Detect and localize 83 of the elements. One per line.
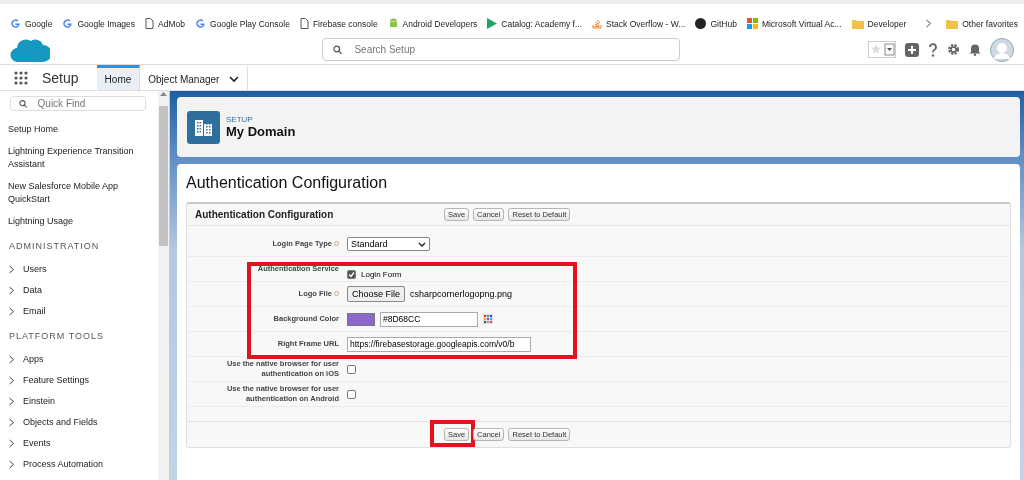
chevron-icon [8,285,15,295]
play-store-icon [487,18,498,29]
bookmark-link[interactable]: GitHub [695,18,737,29]
bookmark-link[interactable]: Google Play Console [195,18,290,29]
sidebar-heading: ADMINISTRATION [9,241,101,251]
sidebar-item[interactable]: Apps [8,354,158,364]
scroll-up-icon[interactable] [160,91,167,96]
chevron-icon [8,417,15,427]
settings-icon[interactable] [947,43,960,56]
sidebar-item[interactable]: Events [8,438,158,448]
scrollbar-thumb[interactable] [159,106,168,246]
breadcrumb: SETUP [226,115,254,124]
select-field[interactable]: Standard [347,237,430,251]
url-field[interactable]: https://firebasestorage.googleapis.com/v0/b [347,336,531,352]
bookmark-link[interactable]: Microsoft Virtual Ac... [746,18,842,29]
quick-find-input[interactable]: Quick Find [35,97,137,110]
chevron-icon [8,306,15,316]
bookmark-link[interactable]: AdMob [145,18,185,29]
bookmark-link[interactable]: Other favorites [946,18,1018,29]
chevron-down-icon [229,75,240,83]
sidebar-link[interactable]: Lightning Experience Transition Assistant [8,145,158,171]
page-title: My Domain [226,124,296,139]
nav-tab[interactable]: Object Manager [140,65,249,90]
checkbox[interactable] [347,364,356,374]
sidebar-link[interactable]: Lightning Usage [8,215,158,228]
color-field[interactable]: #8D68CC [380,311,478,327]
search-icon [19,98,28,109]
building-icon [187,110,220,144]
choose-file-button[interactable]: Choose File [347,286,406,302]
google-icon [62,18,74,29]
chevron-icon [8,375,15,385]
google-icon [10,18,21,29]
sidebar-link[interactable]: Setup Home [8,123,158,136]
sidebar-item[interactable]: Feature Settings [8,375,158,385]
color-picker-icon [483,314,493,324]
chevron-icon [8,438,15,448]
page-icon [299,18,309,29]
android-icon [387,18,399,29]
chevron-icon [8,264,15,274]
bookmark-link[interactable]: Firebase console [299,18,378,29]
add-icon[interactable] [905,42,919,57]
nav-tab[interactable]: Home [96,65,141,90]
folder-icon [946,18,959,29]
search-icon [333,44,343,55]
page-icon [145,18,155,29]
sidebar-item[interactable]: Objects and Fields [8,417,158,427]
more-chevron-icon [925,19,933,28]
sidebar-item[interactable]: Data [8,285,158,295]
sidebar-link[interactable]: New Salesforce Mobile App QuickStart [8,180,158,206]
sidebar-item[interactable]: Users [8,264,158,274]
help-icon[interactable] [928,42,938,57]
sidebar-item[interactable]: Email [8,306,158,316]
chevron-icon [8,459,15,469]
sidebar-heading: PLATFORM TOOLS [9,331,106,341]
checkbox-label: Login Form [361,269,402,279]
microsoft-icon [746,18,758,29]
chevron-icon [8,396,15,406]
file-name: csharpcornerlogopng.png [410,289,513,299]
stack-icon [592,18,603,29]
caret-icon [418,241,426,247]
sidebar-item[interactable]: Process Automation [8,459,158,469]
folder-icon [851,18,864,29]
bell-icon[interactable] [969,43,981,56]
app-launcher-icon[interactable] [14,70,28,85]
chevron-icon [8,354,15,364]
checkbox[interactable] [347,389,356,399]
bookmark-link[interactable]: Developer [851,18,907,29]
check-icon [348,270,355,278]
bookmark-link[interactable]: Google Images [62,18,136,29]
quick-find-field[interactable]: Quick Find [10,96,146,111]
bookmark-link[interactable]: Google [10,18,53,29]
sidebar-item[interactable]: Einstein [8,396,158,406]
bookmark-link[interactable]: Catalog: Academy f... [487,18,583,29]
search-field[interactable]: Search Setup [322,38,680,61]
app-name: Setup [42,68,79,88]
section-title: Authentication Configuration [186,174,389,192]
search-input[interactable]: Search Setup [352,43,669,56]
google-icon [195,18,206,29]
bookmark-link[interactable]: Android Developers [387,18,478,29]
checkbox[interactable] [347,269,356,279]
select-value: Standard [351,239,388,249]
bookmark-link[interactable]: Stack Overflow - W... [592,18,686,29]
block-title: Authentication Configuration [195,209,335,220]
